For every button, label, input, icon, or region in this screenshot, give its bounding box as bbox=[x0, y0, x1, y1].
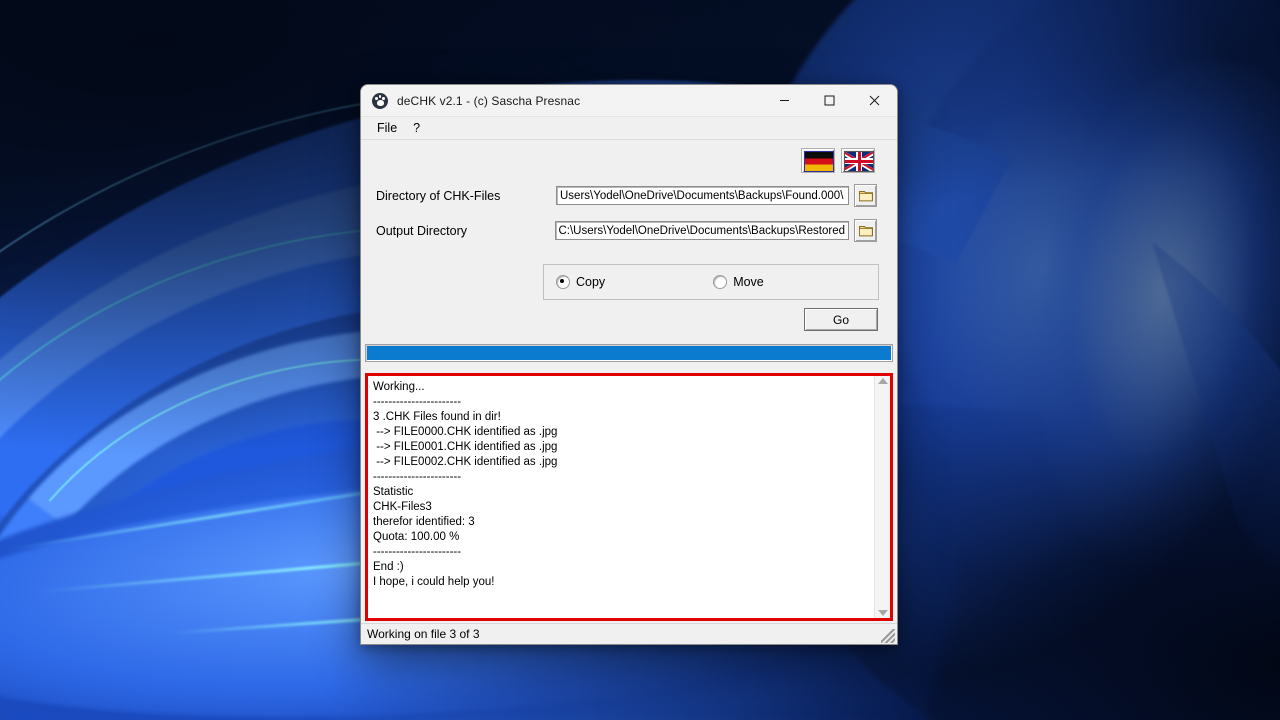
directory-fields: Directory of CHK-Files \Users\Yodel\OneD… bbox=[361, 174, 897, 254]
radio-move-label: Move bbox=[733, 275, 764, 289]
radio-option-copy[interactable]: Copy bbox=[556, 275, 605, 289]
output-directory-label: Output Directory bbox=[376, 224, 555, 238]
go-button[interactable]: Go bbox=[804, 308, 878, 331]
progress-bar-fill bbox=[367, 346, 891, 360]
status-bar: Working on file 3 of 3 bbox=[361, 623, 897, 644]
client-area: Directory of CHK-Files \Users\Yodel\OneD… bbox=[361, 140, 897, 644]
resize-grip[interactable] bbox=[881, 629, 895, 643]
log-scrollbar[interactable] bbox=[874, 376, 890, 618]
status-bar-text: Working on file 3 of 3 bbox=[361, 627, 480, 641]
folder-icon bbox=[859, 225, 873, 237]
output-directory-input[interactable]: C:\Users\Yodel\OneDrive\Documents\Backup… bbox=[555, 221, 849, 240]
maximize-icon bbox=[824, 95, 835, 106]
radio-copy-label: Copy bbox=[576, 275, 605, 289]
title-bar[interactable]: deCHK v2.1 - (c) Sascha Presnac bbox=[361, 85, 897, 117]
log-output-text[interactable]: Working... ----------------------- 3 .CH… bbox=[368, 376, 874, 618]
paw-icon bbox=[372, 93, 388, 109]
chk-directory-input[interactable]: \Users\Yodel\OneDrive\Documents\Backups\… bbox=[556, 186, 849, 205]
radio-copy-indicator bbox=[556, 275, 570, 289]
scroll-down-arrow-icon[interactable] bbox=[878, 610, 888, 616]
close-button[interactable] bbox=[852, 85, 897, 116]
progress-bar bbox=[365, 344, 893, 362]
menu-item-help[interactable]: ? bbox=[405, 119, 428, 137]
language-selector bbox=[361, 140, 897, 174]
log-output-panel: Working... ----------------------- 3 .CH… bbox=[365, 373, 893, 621]
operation-mode-group: Copy Move bbox=[543, 264, 879, 300]
radio-move-indicator bbox=[713, 275, 727, 289]
uk-flag-icon bbox=[844, 151, 874, 172]
chk-directory-browse-button[interactable] bbox=[854, 184, 877, 207]
chk-directory-label: Directory of CHK-Files bbox=[376, 189, 556, 203]
desktop-background: deCHK v2.1 - (c) Sascha Presnac bbox=[0, 0, 1280, 720]
radio-option-move[interactable]: Move bbox=[713, 275, 764, 289]
maximize-button[interactable] bbox=[807, 85, 852, 116]
minimize-button[interactable] bbox=[762, 85, 807, 116]
dechk-application-window: deCHK v2.1 - (c) Sascha Presnac bbox=[360, 84, 898, 645]
output-directory-browse-button[interactable] bbox=[854, 219, 877, 242]
english-flag-button[interactable] bbox=[841, 148, 875, 173]
chk-directory-row: Directory of CHK-Files \Users\Yodel\OneD… bbox=[376, 184, 877, 207]
wallpaper-petal-right-3 bbox=[1005, 42, 1280, 599]
scroll-up-arrow-icon[interactable] bbox=[878, 378, 888, 384]
german-flag-button[interactable] bbox=[801, 148, 835, 173]
menu-item-file[interactable]: File bbox=[369, 119, 405, 137]
german-flag-icon bbox=[804, 151, 834, 172]
minimize-icon bbox=[779, 95, 790, 106]
window-title: deCHK v2.1 - (c) Sascha Presnac bbox=[397, 94, 580, 108]
close-icon bbox=[869, 95, 880, 106]
output-directory-row: Output Directory C:\Users\Yodel\OneDrive… bbox=[376, 219, 877, 242]
menu-bar: File ? bbox=[361, 117, 897, 140]
folder-icon bbox=[859, 190, 873, 202]
action-row: Go bbox=[361, 300, 897, 331]
